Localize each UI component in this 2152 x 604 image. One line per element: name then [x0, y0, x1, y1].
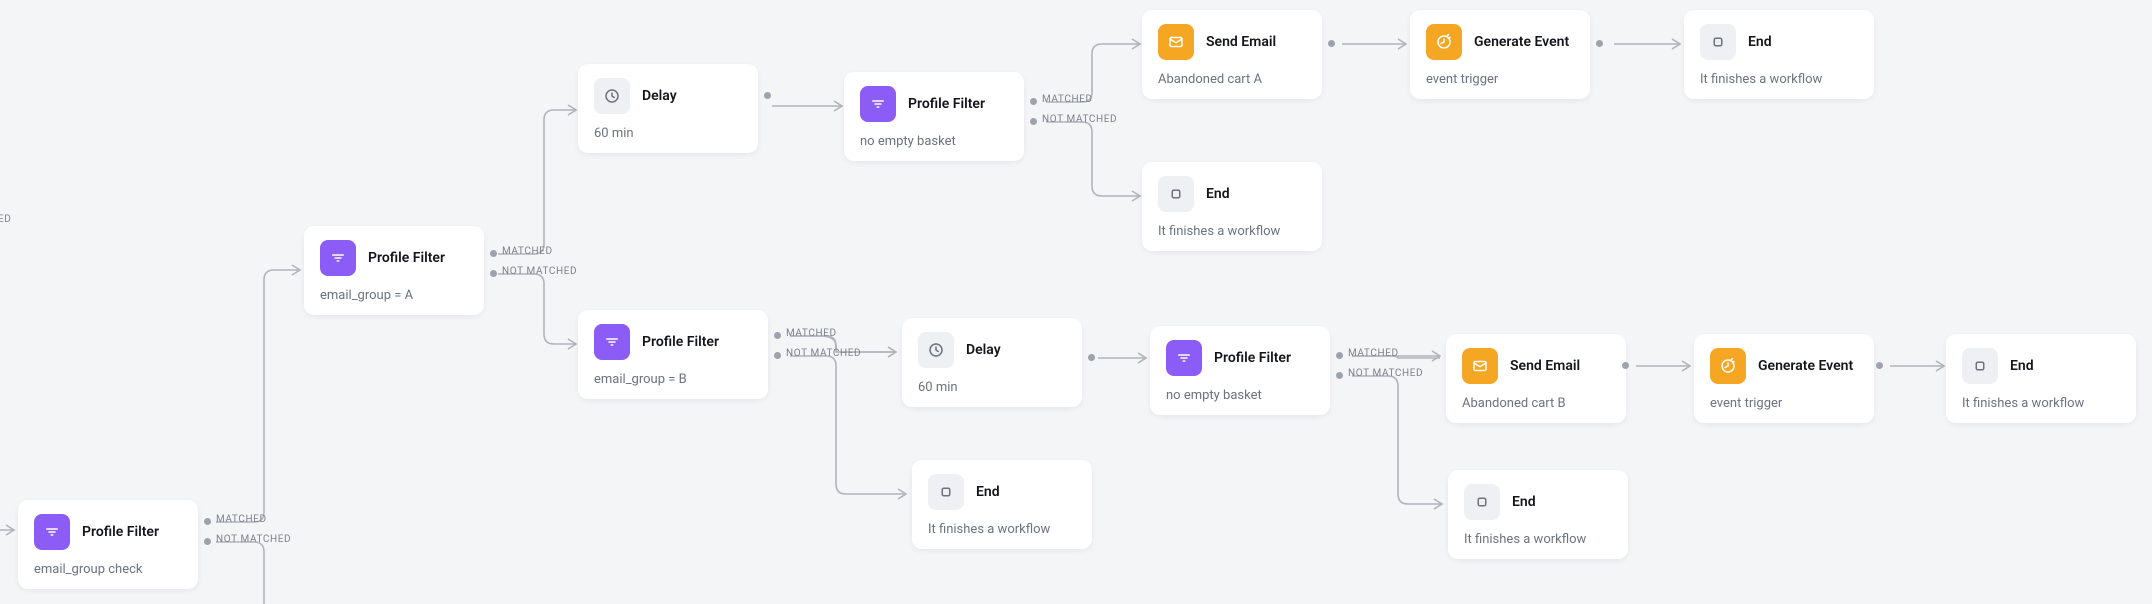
- node-end-basket-b[interactable]: End It finishes a workflow: [1448, 470, 1628, 559]
- node-end-filter-b[interactable]: End It finishes a workflow: [912, 460, 1092, 549]
- node-end-a[interactable]: End It finishes a workflow: [1684, 10, 1874, 99]
- node-profile-filter-a[interactable]: Profile Filter email_group = A: [304, 226, 484, 315]
- node-title: End: [1206, 186, 1230, 202]
- port-label-not-matched: NOT MATCHED: [1042, 114, 1117, 125]
- port-label-matched: MATCHED: [1348, 348, 1399, 359]
- node-title: Generate Event: [1758, 358, 1853, 374]
- port-out: [1876, 362, 1883, 369]
- node-subtitle: 60 min: [594, 126, 742, 141]
- offscreen-label-fragment: ED: [0, 214, 11, 225]
- filter-icon: [594, 324, 630, 360]
- node-subtitle: email_group = B: [594, 372, 752, 387]
- node-subtitle: event trigger: [1710, 396, 1858, 411]
- node-title: Send Email: [1206, 34, 1276, 50]
- filter-icon: [320, 240, 356, 276]
- clock-icon: [918, 332, 954, 368]
- port-label-not-matched: NOT MATCHED: [216, 534, 291, 545]
- node-end-basket-a[interactable]: End It finishes a workflow: [1142, 162, 1322, 251]
- node-title: Profile Filter: [1214, 350, 1291, 366]
- port-label-not-matched: NOT MATCHED: [502, 266, 577, 277]
- node-subtitle: It finishes a workflow: [928, 522, 1076, 537]
- stop-icon: [1158, 176, 1194, 212]
- port-out: [1030, 118, 1037, 125]
- stop-icon: [1464, 484, 1500, 520]
- node-title: Send Email: [1510, 358, 1580, 374]
- node-subtitle: no empty basket: [860, 134, 1008, 149]
- port-out: [490, 270, 497, 277]
- node-title: End: [2010, 358, 2034, 374]
- port-out: [1622, 362, 1629, 369]
- port-out: [774, 352, 781, 359]
- port-label-matched: MATCHED: [786, 328, 837, 339]
- node-subtitle: It finishes a workflow: [1158, 224, 1306, 239]
- port-out: [490, 250, 497, 257]
- port-out: [1336, 352, 1343, 359]
- node-delay-a[interactable]: Delay 60 min: [578, 64, 758, 153]
- node-subtitle: email_group = A: [320, 288, 468, 303]
- node-title: Delay: [966, 342, 1001, 358]
- node-title: Delay: [642, 88, 677, 104]
- node-generate-event-a[interactable]: Generate Event event trigger: [1410, 10, 1590, 99]
- node-title: End: [1512, 494, 1536, 510]
- clock-icon: [594, 78, 630, 114]
- node-delay-b[interactable]: Delay 60 min: [902, 318, 1082, 407]
- node-title: End: [976, 484, 1000, 500]
- node-title: Profile Filter: [368, 250, 445, 266]
- port-label-matched: MATCHED: [1042, 94, 1093, 105]
- port-out: [764, 92, 771, 99]
- port-out: [1328, 40, 1335, 47]
- stop-icon: [928, 474, 964, 510]
- node-end-b[interactable]: End It finishes a workflow: [1946, 334, 2136, 423]
- port-out: [204, 518, 211, 525]
- node-subtitle: Abandoned cart B: [1462, 396, 1610, 411]
- node-subtitle: It finishes a workflow: [1700, 72, 1858, 87]
- filter-icon: [1166, 340, 1202, 376]
- mail-icon: [1158, 24, 1194, 60]
- port-out: [1336, 372, 1343, 379]
- port-out: [204, 538, 211, 545]
- port-out: [1030, 98, 1037, 105]
- node-title: Generate Event: [1474, 34, 1569, 50]
- node-profile-filter-basket-b[interactable]: Profile Filter no empty basket: [1150, 326, 1330, 415]
- port-out: [1596, 40, 1603, 47]
- node-title: Profile Filter: [908, 96, 985, 112]
- node-send-email-a[interactable]: Send Email Abandoned cart A: [1142, 10, 1322, 99]
- node-send-email-b[interactable]: Send Email Abandoned cart B: [1446, 334, 1626, 423]
- node-subtitle: email_group check: [34, 562, 182, 577]
- filter-icon: [860, 86, 896, 122]
- port-label-not-matched: NOT MATCHED: [1348, 368, 1423, 379]
- node-subtitle: 60 min: [918, 380, 1066, 395]
- node-generate-event-b[interactable]: Generate Event event trigger: [1694, 334, 1874, 423]
- port-label-not-matched: NOT MATCHED: [786, 348, 861, 359]
- mail-icon: [1462, 348, 1498, 384]
- node-subtitle: event trigger: [1426, 72, 1574, 87]
- port-label-matched: MATCHED: [502, 246, 553, 257]
- port-out: [1088, 354, 1095, 361]
- stop-icon: [1962, 348, 1998, 384]
- workflow-canvas: ED Profile Filter email_group check MATC…: [0, 0, 2152, 604]
- node-title: Profile Filter: [82, 524, 159, 540]
- event-icon: [1426, 24, 1462, 60]
- port-label-matched: MATCHED: [216, 514, 267, 525]
- node-profile-filter-b[interactable]: Profile Filter email_group = B: [578, 310, 768, 399]
- node-subtitle: It finishes a workflow: [1464, 532, 1612, 547]
- node-profile-filter-basket-a[interactable]: Profile Filter no empty basket: [844, 72, 1024, 161]
- node-title: Profile Filter: [642, 334, 719, 350]
- port-out: [774, 332, 781, 339]
- node-subtitle: It finishes a workflow: [1962, 396, 2120, 411]
- filter-icon: [34, 514, 70, 550]
- node-profile-filter-root[interactable]: Profile Filter email_group check: [18, 500, 198, 589]
- stop-icon: [1700, 24, 1736, 60]
- node-title: End: [1748, 34, 1772, 50]
- node-subtitle: no empty basket: [1166, 388, 1314, 403]
- node-subtitle: Abandoned cart A: [1158, 72, 1306, 87]
- event-icon: [1710, 348, 1746, 384]
